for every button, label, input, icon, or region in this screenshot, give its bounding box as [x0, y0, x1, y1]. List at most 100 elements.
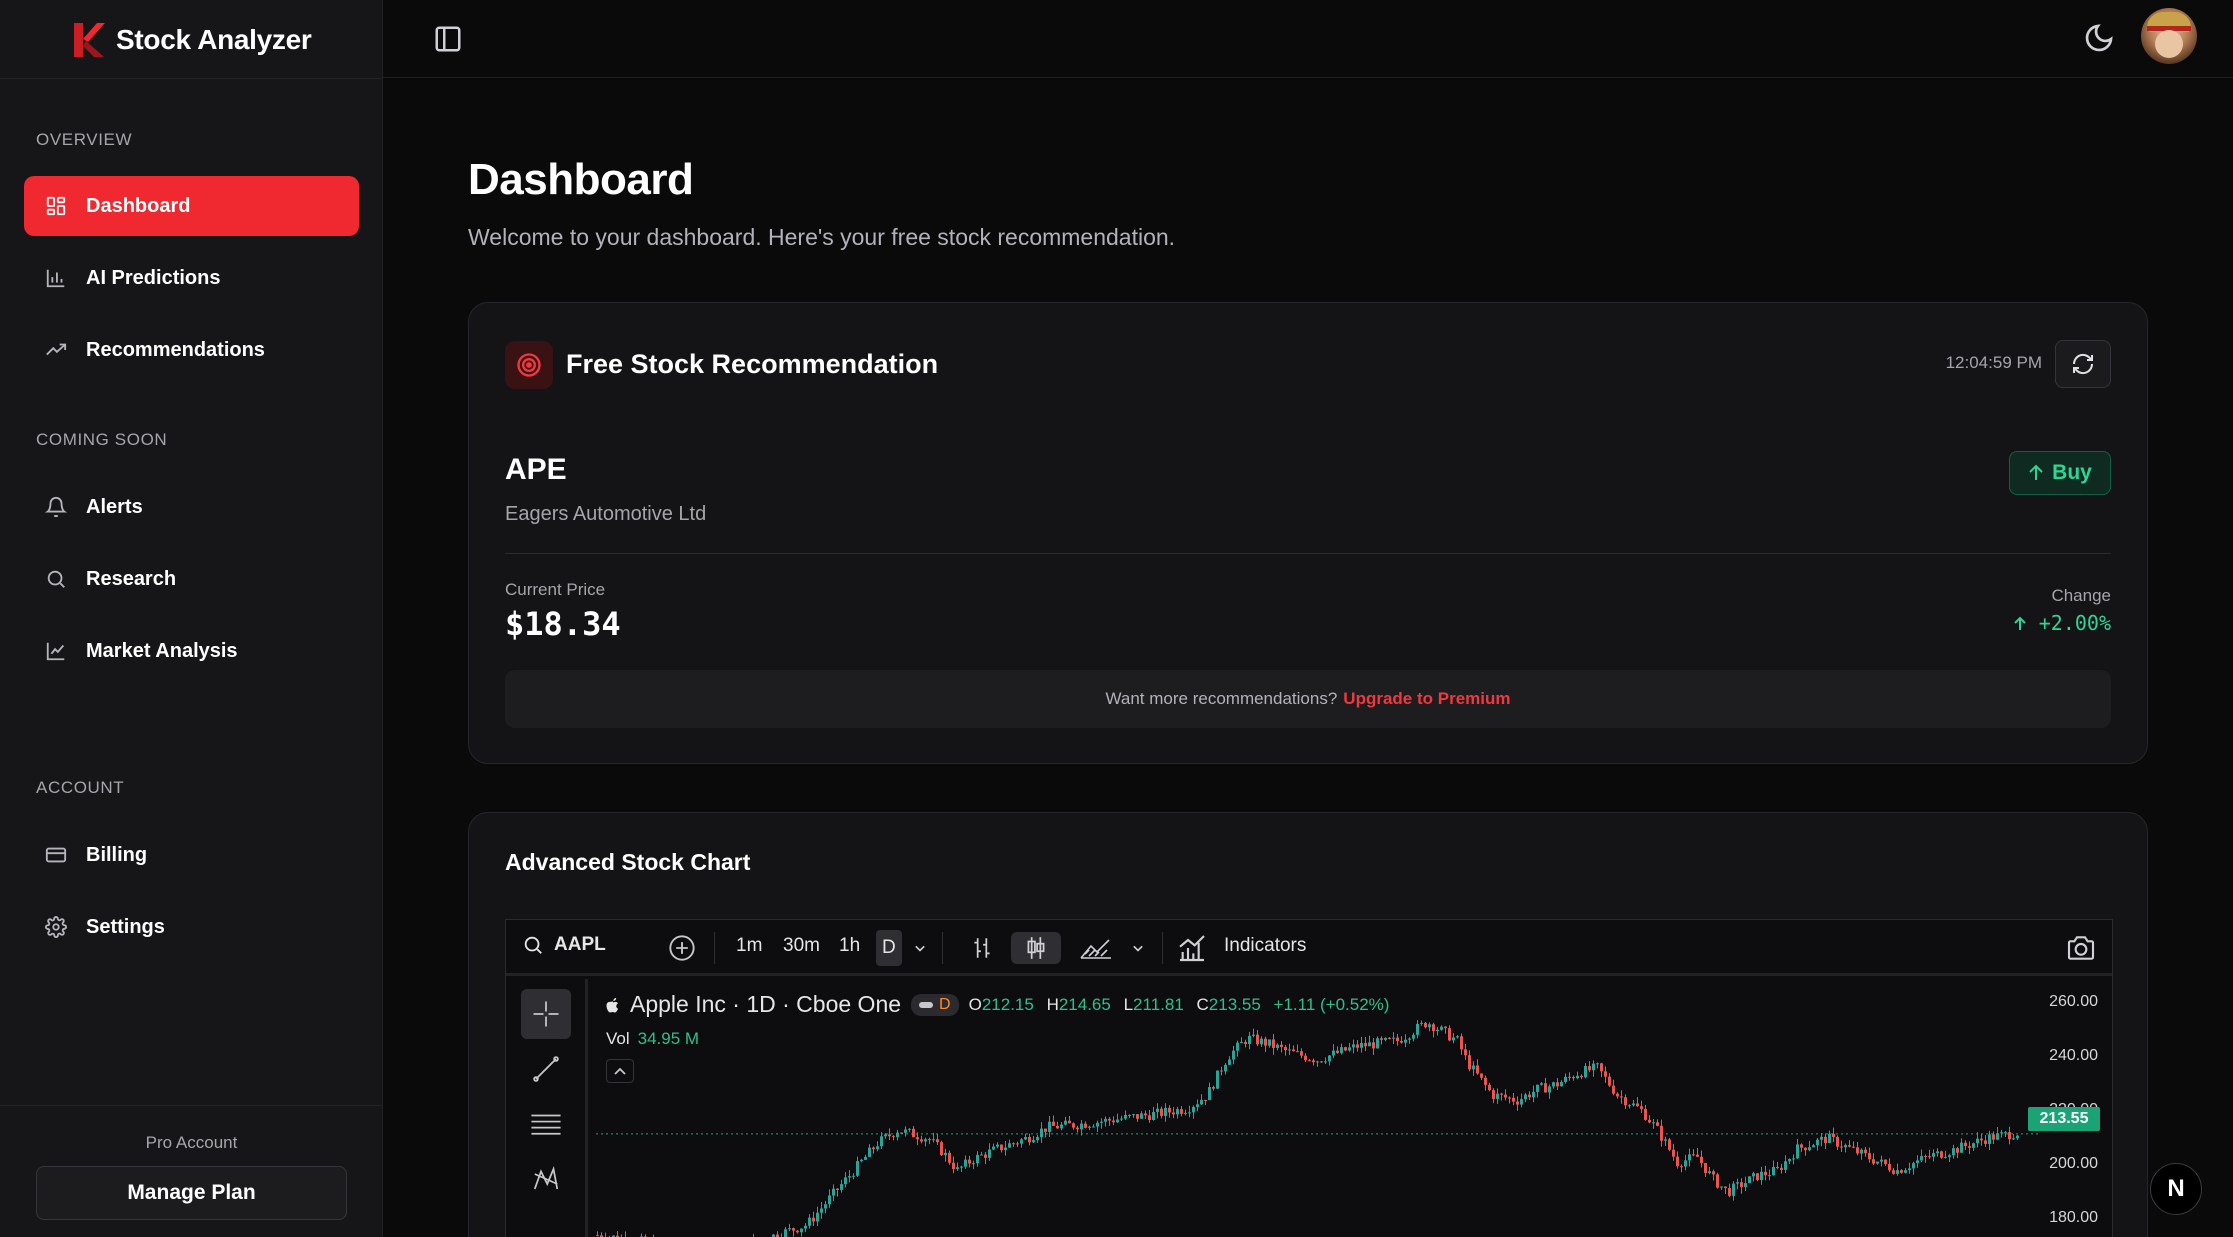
toggle-sidebar-icon[interactable] [433, 24, 463, 54]
sidebar-item-alerts[interactable]: Alerts [24, 477, 359, 537]
candle-body [1472, 1065, 1475, 1070]
moon-icon[interactable] [2083, 22, 2115, 54]
pattern-tool-icon[interactable] [521, 1154, 571, 1204]
candle-body [1480, 1073, 1483, 1078]
candle-body [1668, 1139, 1671, 1150]
sidebar-item-label: Research [86, 567, 177, 590]
candle-body [1296, 1051, 1299, 1053]
area-chart-icon[interactable] [1076, 932, 1116, 964]
volume-legend: Vol 34.95 M [606, 1029, 699, 1049]
sidebar-item-label: Alerts [86, 495, 143, 518]
sidebar-item-label: Settings [86, 915, 165, 938]
candle-body [912, 1128, 915, 1138]
candle-body [940, 1142, 943, 1156]
candle-body [1544, 1083, 1547, 1093]
toolbar-separator [1162, 932, 1163, 964]
candle-body [936, 1139, 939, 1143]
chevron-down-icon[interactable] [1128, 932, 1148, 964]
upgrade-link[interactable]: Upgrade to Premium [1343, 689, 1510, 709]
sidebar-item-settings[interactable]: Settings [24, 897, 359, 957]
candlestick-icon[interactable] [1011, 932, 1061, 964]
candle-body [1524, 1094, 1527, 1100]
candle-body [828, 1195, 831, 1205]
candle-body [1736, 1182, 1739, 1184]
candle-body [1392, 1037, 1395, 1039]
sidebar-item-ai-predictions[interactable]: AI Predictions [24, 248, 359, 308]
candle-body [1632, 1103, 1635, 1106]
interval-1m[interactable]: 1m [736, 935, 762, 957]
candle-body [1836, 1137, 1839, 1147]
chart-plot-area[interactable]: Apple Inc · 1D · Cboe One D O212.15 H214… [588, 979, 2112, 1237]
camera-icon[interactable] [2064, 932, 2098, 964]
candle-body [996, 1144, 999, 1147]
n-badge[interactable]: N [2150, 1163, 2202, 1215]
candle-body [1424, 1022, 1427, 1028]
candle-body [1916, 1160, 1919, 1164]
manage-plan-button[interactable]: Manage Plan [36, 1166, 347, 1220]
candle-body [1500, 1093, 1503, 1095]
candle-body [1860, 1149, 1863, 1154]
candle-body [1260, 1038, 1263, 1045]
candle-body [1756, 1173, 1759, 1181]
collapse-legend-button[interactable] [606, 1059, 634, 1083]
candle-body [1640, 1106, 1643, 1109]
candle-body [888, 1134, 891, 1137]
candle-body [1272, 1039, 1275, 1048]
candle-body [1328, 1055, 1331, 1062]
compare-plus-icon[interactable] [668, 934, 696, 962]
horizontal-lines-tool-icon[interactable] [521, 1099, 571, 1149]
candle-body [868, 1147, 871, 1157]
candle-body [1796, 1144, 1799, 1159]
interval-d[interactable]: D [876, 930, 902, 966]
trend-line-tool-icon[interactable] [521, 1044, 571, 1094]
sidebar-item-recommendations[interactable]: Recommendations [24, 320, 359, 380]
volume-label: Vol [606, 1029, 630, 1048]
candle-body [1144, 1113, 1147, 1116]
candle-body [1132, 1114, 1135, 1116]
market-status-badge: D [911, 993, 959, 1016]
interval-1h[interactable]: 1h [839, 935, 860, 957]
candle-body [1228, 1059, 1231, 1065]
bar-style-icon[interactable] [966, 932, 998, 964]
avatar[interactable] [2141, 8, 2197, 64]
refresh-button[interactable] [2055, 340, 2111, 388]
candle-body [2016, 1135, 2019, 1139]
high-label: H [1046, 994, 1059, 1014]
candle-body [1400, 1041, 1403, 1043]
candle-body [1248, 1035, 1251, 1044]
candle-body [1288, 1049, 1291, 1051]
chevron-down-icon[interactable] [910, 932, 930, 964]
candle-body [1192, 1106, 1195, 1113]
credit-card-icon [44, 843, 68, 867]
sidebar-item-dashboard[interactable]: Dashboard [24, 176, 359, 236]
indicators-icon[interactable] [1176, 932, 1208, 964]
candle-body [1920, 1156, 1923, 1161]
candle-body [1724, 1186, 1727, 1189]
low-value: 211.81 [1133, 994, 1184, 1014]
sidebar-item-market-analysis[interactable]: Market Analysis [24, 621, 359, 681]
candle-body [884, 1134, 887, 1137]
chart-symbol-name: Apple Inc · 1D · Cboe One [630, 991, 902, 1017]
close-value: 213.55 [1208, 994, 1261, 1014]
sidebar-item-billing[interactable]: Billing [24, 825, 359, 885]
symbol-label: AAPL [554, 934, 606, 955]
candle-body [1120, 1118, 1123, 1120]
candle-body [1968, 1146, 1971, 1148]
symbol-search[interactable]: AAPL [522, 934, 606, 956]
candle-body [1000, 1144, 1003, 1151]
brand[interactable]: Stock Analyzer [70, 18, 312, 62]
crosshair-tool-icon[interactable] [521, 989, 571, 1039]
candle-body [1948, 1155, 1951, 1157]
sidebar-item-research[interactable]: Research [24, 549, 359, 609]
indicators-label[interactable]: Indicators [1224, 935, 1306, 957]
candle-body [1488, 1084, 1491, 1091]
candle-body [1832, 1133, 1835, 1138]
candle-body [1280, 1044, 1283, 1047]
section-title-account: ACCOUNT [36, 778, 125, 797]
candle-body [1076, 1127, 1079, 1130]
candle-body [1096, 1122, 1099, 1127]
sidebar-divider [0, 78, 383, 79]
candle-body [1888, 1164, 1891, 1171]
interval-30m[interactable]: 30m [783, 935, 820, 957]
candle-body [1404, 1039, 1407, 1043]
